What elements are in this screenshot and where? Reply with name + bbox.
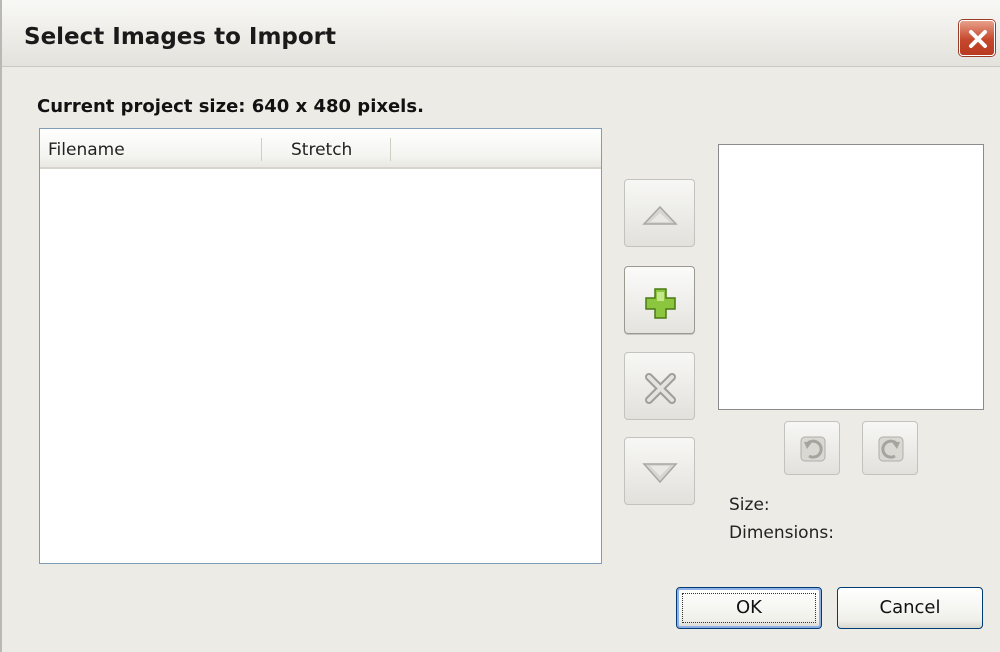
column-header-filename[interactable]: Filename [48, 140, 125, 160]
rotate-right-icon [878, 436, 904, 462]
title-bar[interactable]: Select Images to Import [2, 0, 1000, 66]
size-label: Size: [729, 495, 770, 515]
add-button[interactable] [624, 266, 695, 334]
triangle-down-icon [642, 463, 678, 484]
rotate-left-icon [800, 436, 826, 462]
focus-rectangle [682, 593, 816, 623]
image-list[interactable]: Filename Stretch [39, 128, 602, 564]
cancel-button[interactable]: Cancel [837, 587, 983, 629]
triangle-up-icon [642, 205, 678, 225]
dimensions-label: Dimensions: [729, 523, 834, 543]
image-preview [718, 144, 984, 410]
cancel-button-label: Cancel [879, 597, 941, 618]
close-button[interactable] [959, 20, 995, 56]
import-images-dialog: Select Images to Import Current project … [0, 0, 1000, 652]
list-header: Filename Stretch [40, 129, 601, 169]
column-header-stretch[interactable]: Stretch [291, 140, 352, 160]
rotate-right-button[interactable] [862, 421, 918, 475]
remove-button[interactable] [624, 352, 695, 420]
x-icon [645, 373, 676, 404]
window-title: Select Images to Import [24, 24, 337, 50]
close-icon [969, 30, 987, 48]
title-separator [2, 66, 1000, 67]
rotate-left-button[interactable] [784, 421, 840, 475]
move-down-button[interactable] [624, 437, 695, 505]
plus-icon [645, 288, 676, 319]
column-divider[interactable] [390, 138, 391, 161]
project-size-text: Current project size: 640 x 480 pixels. [37, 96, 424, 117]
ok-button[interactable]: OK [676, 587, 822, 629]
move-up-button[interactable] [624, 179, 695, 247]
column-divider[interactable] [261, 138, 262, 161]
